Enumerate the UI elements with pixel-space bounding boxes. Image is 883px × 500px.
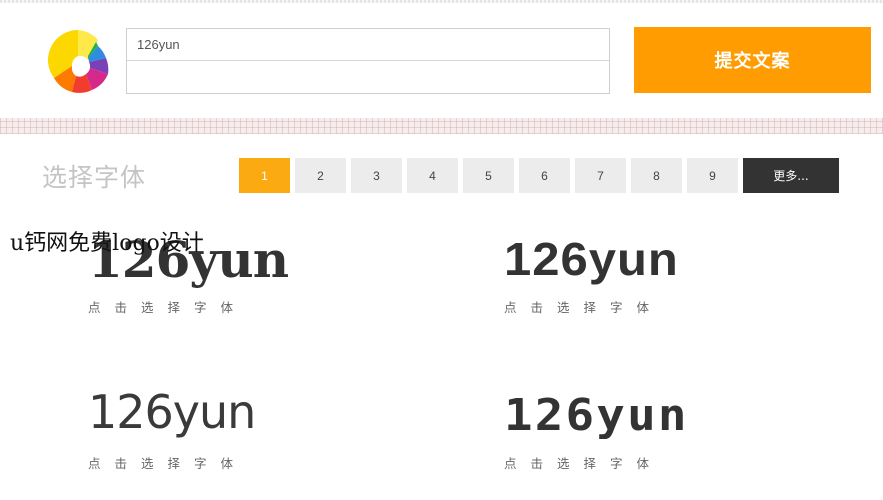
page-button-5[interactable]: 5 [463,158,514,193]
page-button-8[interactable]: 8 [631,158,682,193]
text-input[interactable] [127,29,609,60]
page-button-2[interactable]: 2 [295,158,346,193]
font-card-4[interactable]: 126yun 点击选择字体 [504,390,764,490]
section-title: 选择字体 [42,163,147,192]
page-button-4[interactable]: 4 [407,158,458,193]
font-sample-text: 126yun [504,390,689,441]
page-button-6[interactable]: 6 [519,158,570,193]
font-select-caption: 点击选择字体 [504,456,664,471]
logo[interactable] [48,28,110,94]
font-card-2[interactable]: 126yun 点击选择字体 [504,232,764,332]
page-button-7[interactable]: 7 [575,158,626,193]
page-button-9[interactable]: 9 [687,158,738,193]
submit-copy-button[interactable]: 提交文案 [634,27,871,93]
font-pager: 1 2 3 4 5 6 7 8 9 更多... [239,158,839,193]
page-button-3[interactable]: 3 [351,158,402,193]
logo-icon [48,30,109,93]
subtext-input[interactable] [127,62,609,93]
font-select-caption: 点击选择字体 [504,300,664,315]
watermark-text: u钙网免费logo设计 [10,231,204,256]
more-fonts-button[interactable]: 更多... [743,158,839,193]
page-button-1[interactable]: 1 [239,158,290,193]
top-rule [0,0,883,3]
font-sample-text: 126yun [88,385,256,439]
copy-input-box [126,28,610,94]
text-input-row [127,29,609,61]
font-sample-text: 126yun [504,234,679,286]
font-select-caption: 点击选择字体 [88,300,248,315]
section-divider [0,118,883,134]
font-select-caption: 点击选择字体 [88,456,248,471]
subtext-input-row [127,62,609,93]
font-card-3[interactable]: 126yun 点击选择字体 [88,385,348,485]
